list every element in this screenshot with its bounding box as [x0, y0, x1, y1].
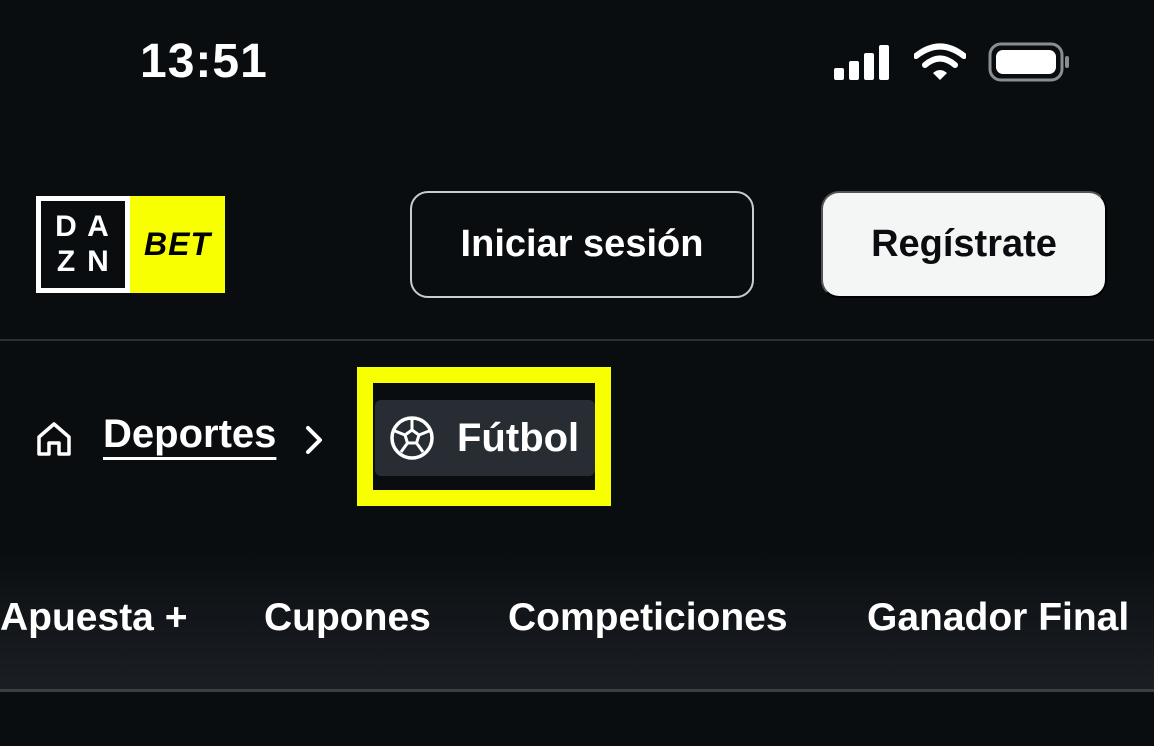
- tab-cupones[interactable]: Cupones: [264, 596, 431, 640]
- logo-letter: A: [87, 209, 111, 243]
- register-button[interactable]: Regístrate: [821, 191, 1107, 298]
- tabs-divider: [0, 689, 1154, 692]
- login-button[interactable]: Iniciar sesión: [410, 191, 754, 298]
- status-time: 13:51: [140, 35, 268, 88]
- breadcrumb-deportes-link[interactable]: Deportes: [103, 412, 276, 457]
- cellular-signal-icon: [834, 45, 889, 80]
- status-icons: [834, 42, 1070, 82]
- tab-competiciones[interactable]: Competiciones: [508, 596, 788, 640]
- header-divider: [0, 339, 1154, 341]
- wifi-icon: [914, 43, 966, 80]
- tab-ganador-final[interactable]: Ganador Final: [867, 596, 1129, 640]
- logo-dazn-box: D A Z N: [36, 196, 130, 293]
- logo-bet-box: BET: [130, 196, 225, 293]
- highlight-frame: [357, 367, 611, 506]
- status-bar: 13:51: [0, 0, 1154, 120]
- logo-letter: Z: [56, 245, 78, 279]
- battery-icon: [988, 42, 1069, 82]
- dazn-bet-logo[interactable]: D A Z N BET: [36, 196, 228, 293]
- home-icon[interactable]: [34, 419, 74, 459]
- logo-letter: D: [55, 209, 79, 243]
- chevron-right-icon: [306, 426, 322, 454]
- tab-apuesta-plus[interactable]: Apuesta +: [0, 596, 187, 640]
- logo-letter: N: [87, 245, 111, 279]
